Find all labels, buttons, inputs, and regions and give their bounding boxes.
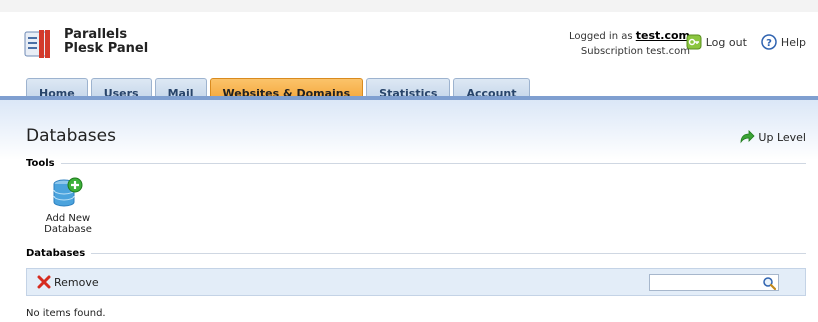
database-add-icon bbox=[53, 177, 83, 207]
subscription-value: test.com bbox=[646, 46, 690, 57]
help-link[interactable]: ? Help bbox=[761, 34, 806, 50]
plesk-logo-icon bbox=[24, 30, 50, 58]
remove-label: Remove bbox=[54, 275, 99, 289]
add-new-database-label: Add New Database bbox=[44, 213, 92, 235]
up-arrow-icon bbox=[741, 130, 755, 144]
logout-link[interactable]: Log out bbox=[686, 34, 747, 50]
brand-title: Parallels Plesk Panel bbox=[64, 28, 148, 56]
divider bbox=[60, 163, 806, 164]
top-strip bbox=[0, 0, 818, 12]
logout-label: Log out bbox=[705, 35, 747, 49]
svg-text:?: ? bbox=[766, 38, 772, 49]
login-info: Logged in as test.com Subscription test.… bbox=[569, 28, 690, 59]
main-content: Databases Up Level Tools Add New Databas… bbox=[0, 100, 818, 322]
divider bbox=[91, 253, 806, 254]
logged-in-label: Logged in as bbox=[569, 31, 633, 42]
page-title: Databases bbox=[26, 126, 116, 146]
magnifier-icon[interactable] bbox=[762, 276, 776, 290]
remove-button[interactable]: Remove bbox=[37, 275, 99, 289]
databases-toolbar: Remove bbox=[26, 268, 806, 296]
empty-list-message: No items found. bbox=[26, 308, 106, 319]
up-level-label: Up Level bbox=[758, 130, 806, 144]
search-input[interactable] bbox=[650, 275, 764, 290]
databases-section-heading: Databases bbox=[26, 248, 806, 259]
subscription-label: Subscription bbox=[580, 46, 644, 57]
help-label: Help bbox=[780, 35, 806, 49]
logout-key-icon bbox=[686, 34, 702, 50]
add-new-database-button[interactable]: Add New Database bbox=[26, 176, 110, 235]
tools-section-heading: Tools bbox=[26, 158, 806, 169]
header: Parallels Plesk Panel Logged in as test.… bbox=[0, 12, 818, 108]
up-level-link[interactable]: Up Level bbox=[739, 130, 806, 144]
databases-heading: Databases bbox=[26, 248, 86, 259]
top-links: Log out ? Help bbox=[686, 34, 806, 50]
search-box bbox=[649, 274, 779, 291]
help-question-icon: ? bbox=[761, 34, 777, 50]
username-link[interactable]: test.com bbox=[636, 29, 690, 42]
brand-line-2: Plesk Panel bbox=[64, 41, 149, 56]
red-x-icon bbox=[37, 275, 51, 289]
brand-line-1: Parallels bbox=[64, 27, 128, 42]
tools-heading: Tools bbox=[26, 158, 55, 169]
